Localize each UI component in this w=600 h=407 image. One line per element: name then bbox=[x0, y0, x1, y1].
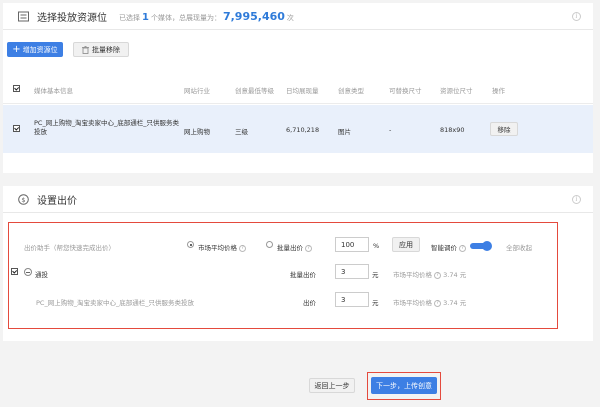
col-industry: 网站行业 bbox=[184, 87, 210, 95]
col-action: 操作 bbox=[492, 87, 505, 95]
prev-step-button[interactable]: 返回上一步 bbox=[309, 378, 355, 393]
col-replaceable-size: 可替换尺寸 bbox=[389, 87, 422, 95]
col-level: 创意最低等级 bbox=[235, 87, 274, 95]
resource-panel-title: 选择投放资源位 bbox=[37, 12, 107, 24]
row-checkbox[interactable] bbox=[13, 125, 20, 132]
col-daily-impressions: 日均展现量 bbox=[286, 87, 319, 95]
bid-settings-highlight bbox=[8, 222, 558, 329]
info-icon[interactable]: i bbox=[572, 12, 581, 21]
remove-button[interactable]: 移除 bbox=[490, 122, 518, 136]
summary-suffix: 次 bbox=[286, 13, 294, 22]
list-icon bbox=[17, 10, 29, 22]
add-resource-button[interactable]: + 增加资源位 bbox=[7, 42, 63, 57]
replaceable-size-cell: - bbox=[389, 126, 392, 134]
col-creative-type: 创意类型 bbox=[338, 87, 364, 95]
creative-type-cell: 图片 bbox=[338, 128, 351, 136]
summary-prefix: 已选择 bbox=[119, 13, 140, 22]
selected-count: 1 bbox=[142, 11, 149, 23]
industry-cell: 网上购物 bbox=[184, 128, 210, 136]
level-cell: 三级 bbox=[235, 128, 248, 136]
next-step-button[interactable]: 下一步，上传创意 bbox=[371, 377, 437, 394]
trash-icon bbox=[82, 45, 89, 54]
plus-icon: + bbox=[12, 43, 21, 55]
batch-remove-label: 批量移除 bbox=[92, 45, 120, 54]
resource-panel-header: 选择投放资源位 已选择 1 个媒体，总展现量为： 7,995,460 次 i bbox=[3, 3, 593, 30]
currency-icon: $ bbox=[17, 193, 29, 205]
bid-panel-title: 设置出价 bbox=[37, 195, 77, 207]
info-icon[interactable]: i bbox=[572, 195, 581, 204]
media-name: PC_网上购物_淘宝卖家中心_底部通栏_只供服务类投放 bbox=[34, 119, 179, 136]
total-impressions: 7,995,460 bbox=[222, 9, 285, 23]
svg-text:$: $ bbox=[21, 196, 25, 204]
col-slot-size: 资源位尺寸 bbox=[440, 87, 473, 95]
slot-size-cell: 818x90 bbox=[440, 126, 465, 134]
daily-impressions-cell: 6,710,218 bbox=[286, 126, 320, 134]
table-row: PC_网上购物_淘宝卖家中心_底部通栏_只供服务类投放 网上购物 三级 6,71… bbox=[3, 105, 593, 153]
table-header: 媒体基本信息 网站行业 创意最低等级 日均展现量 创意类型 可替换尺寸 资源位尺… bbox=[3, 74, 593, 104]
col-media: 媒体基本信息 bbox=[34, 87, 73, 95]
add-resource-label: 增加资源位 bbox=[22, 45, 58, 54]
bid-panel-header: $ 设置出价 i bbox=[3, 186, 593, 213]
select-all-checkbox[interactable] bbox=[13, 85, 20, 92]
summary-mid: 个媒体，总展现量为： bbox=[150, 13, 221, 22]
selection-summary: 已选择 1 个媒体，总展现量为： 7,995,460 次 bbox=[119, 10, 294, 23]
batch-remove-button[interactable]: 批量移除 bbox=[73, 42, 129, 57]
